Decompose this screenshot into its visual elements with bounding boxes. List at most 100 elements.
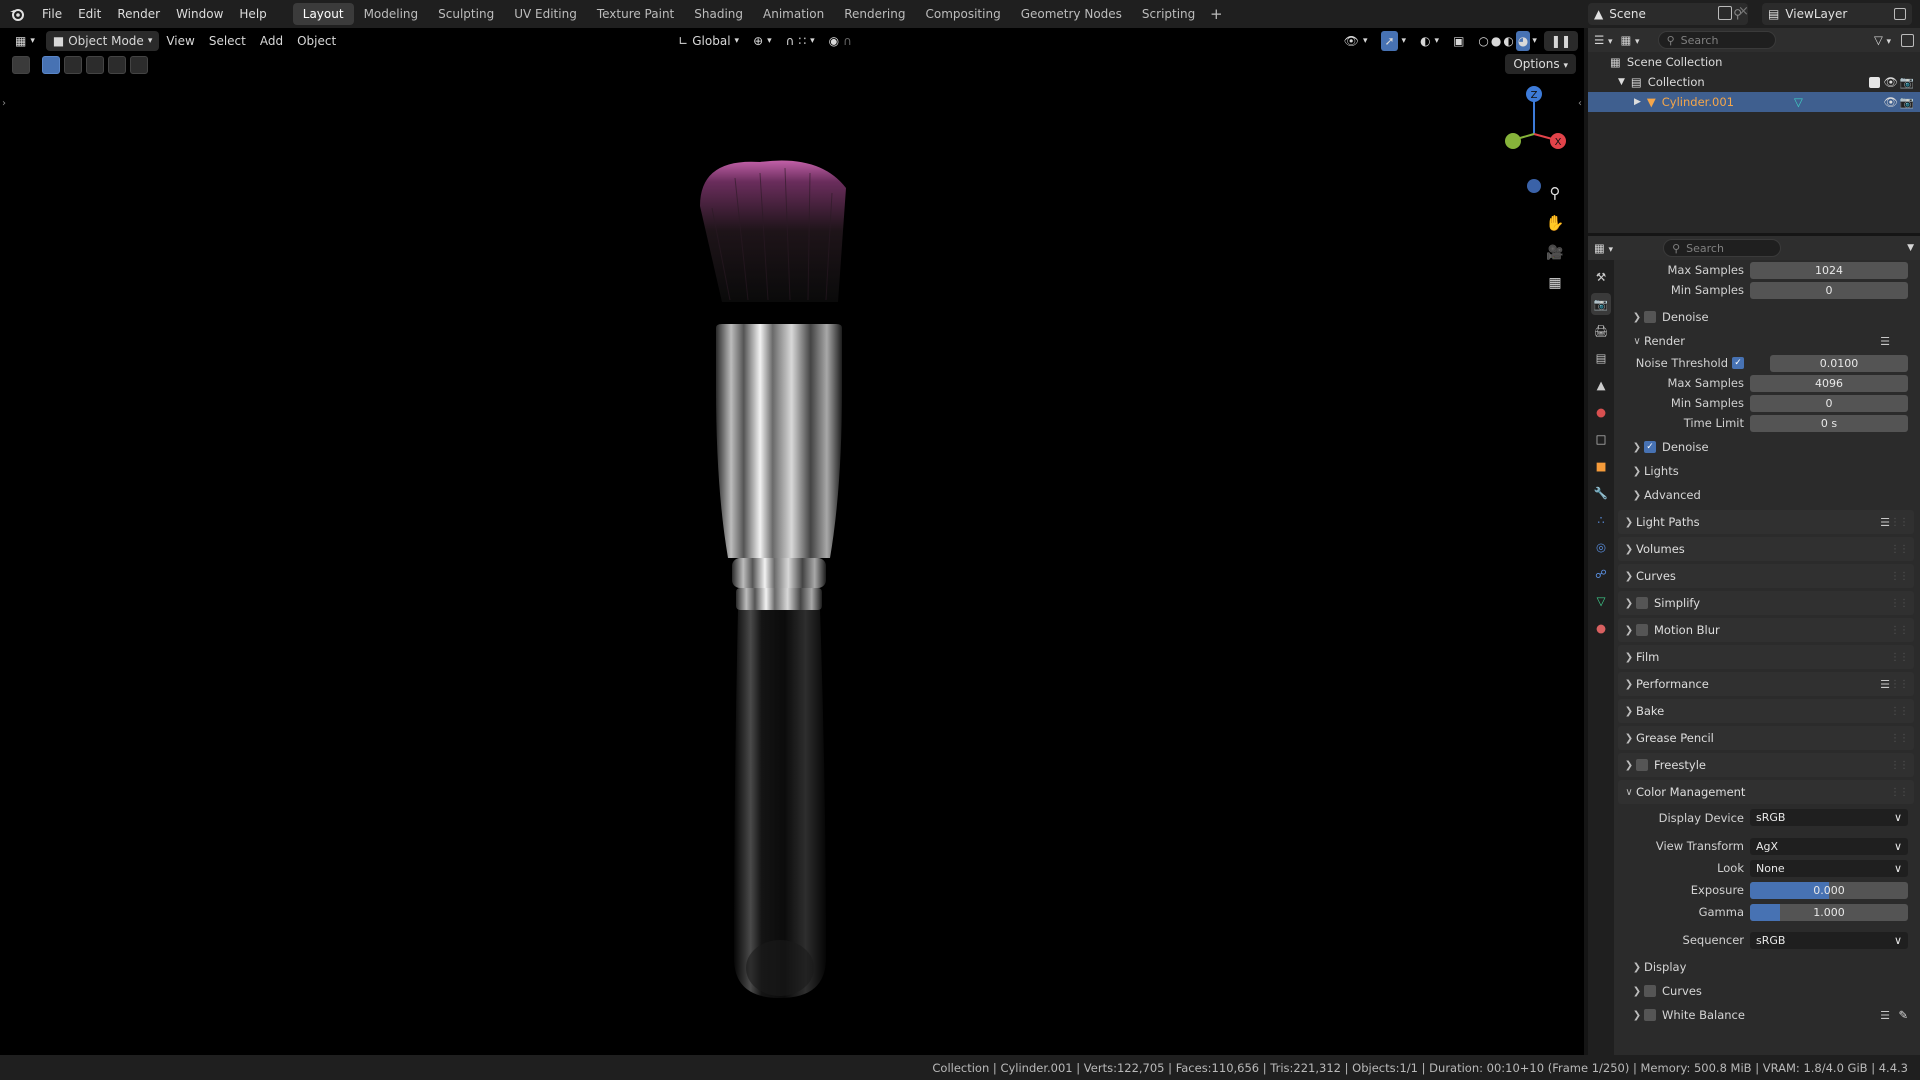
chevron-right-icon[interactable]: ▶ xyxy=(1634,97,1641,107)
tab-rendering[interactable]: Rendering xyxy=(834,3,915,25)
data-tab-icon[interactable]: ▽ xyxy=(1591,590,1611,612)
freestyle-checkbox[interactable] xyxy=(1636,759,1648,771)
menu-edit[interactable]: Edit xyxy=(70,0,109,28)
add-workspace-button[interactable]: + xyxy=(1205,5,1227,23)
remove-scene-icon[interactable]: × xyxy=(1738,4,1749,19)
panel-simplify[interactable]: ❯ Simplify ⋮⋮ xyxy=(1618,591,1914,615)
tool-tab-icon[interactable]: ⚒ xyxy=(1591,266,1611,288)
panel-grease-pencil[interactable]: ❯ Grease Pencil ⋮⋮ xyxy=(1618,726,1914,750)
new-scene-icon[interactable] xyxy=(1718,6,1732,20)
blender-logo-icon[interactable] xyxy=(0,0,34,28)
tab-layout[interactable]: Layout xyxy=(292,3,354,25)
outliner-editor-icon[interactable]: ☰ ▾ xyxy=(1594,33,1613,47)
viewport-max-samples-field[interactable]: 1024 xyxy=(1750,262,1908,279)
drag-handle-icon[interactable]: ⋮⋮ xyxy=(1890,517,1909,528)
new-view-layer-icon[interactable] xyxy=(1894,8,1906,20)
tab-texture-paint[interactable]: Texture Paint xyxy=(587,3,684,25)
scene-collection-row[interactable]: ▦ Scene Collection xyxy=(1588,52,1920,72)
look-dropdown[interactable]: None ∨ xyxy=(1750,860,1908,877)
object-row-cylinder[interactable]: ▶ ▼ Cylinder.001 ▽ 👁 📷 xyxy=(1588,92,1920,112)
chevron-down-icon[interactable]: ▼ xyxy=(1907,243,1914,253)
preset-list-icon[interactable]: ☰ xyxy=(1880,516,1890,529)
sequencer-dropdown[interactable]: sRGB ∨ xyxy=(1750,932,1908,949)
exposure-slider[interactable]: 0.000 xyxy=(1750,882,1908,899)
render-min-samples-field[interactable]: 0 xyxy=(1750,395,1908,412)
cm-white-balance-subpanel[interactable]: ❯ White Balance ☰ ✎ xyxy=(1618,1003,1914,1027)
viewport-denoise-checkbox[interactable] xyxy=(1644,311,1656,323)
render-max-samples-field[interactable]: 4096 xyxy=(1750,375,1908,392)
advanced-subpanel[interactable]: ❯ Advanced xyxy=(1618,483,1914,507)
tab-compositing[interactable]: Compositing xyxy=(915,3,1010,25)
drag-handle-icon[interactable]: ⋮⋮ xyxy=(1890,733,1909,744)
panel-light-paths[interactable]: ❯ Light Paths ☰ ⋮⋮ xyxy=(1618,510,1914,534)
drag-handle-icon[interactable]: ⋮⋮ xyxy=(1890,544,1909,555)
viewport-min-samples-field[interactable]: 0 xyxy=(1750,282,1908,299)
collection-tab-icon[interactable]: □ xyxy=(1591,428,1611,450)
panel-color-management[interactable]: ∨ Color Management ⋮⋮ xyxy=(1618,780,1914,804)
object-tab-icon[interactable]: ■ xyxy=(1591,455,1611,477)
render-denoise-subpanel[interactable]: ❯ ✓ Denoise xyxy=(1618,435,1914,459)
physics-tab-icon[interactable]: ◎ xyxy=(1591,536,1611,558)
display-device-dropdown[interactable]: sRGB ∨ xyxy=(1750,809,1908,826)
tab-animation[interactable]: Animation xyxy=(753,3,834,25)
outliner-search-input[interactable]: ⚲ Search xyxy=(1657,31,1776,49)
menu-file[interactable]: File xyxy=(34,0,70,28)
panel-curves[interactable]: ❯ Curves ⋮⋮ xyxy=(1618,564,1914,588)
material-tab-icon[interactable]: ● xyxy=(1591,617,1611,639)
cm-display-subpanel[interactable]: ❯ Display xyxy=(1618,955,1914,979)
render-denoise-checkbox[interactable]: ✓ xyxy=(1644,441,1656,453)
panel-volumes[interactable]: ❯ Volumes ⋮⋮ xyxy=(1618,537,1914,561)
mesh-data-icon[interactable]: ▽ xyxy=(1794,95,1803,109)
menu-render[interactable]: Render xyxy=(109,0,168,28)
cm-white-balance-checkbox[interactable] xyxy=(1644,1009,1656,1021)
gamma-slider[interactable]: 1.000 xyxy=(1750,904,1908,921)
preset-list-icon[interactable]: ☰ xyxy=(1880,678,1890,691)
time-limit-field[interactable]: 0 s xyxy=(1750,415,1908,432)
eye-icon[interactable]: 👁 xyxy=(1883,95,1898,109)
preset-list-icon[interactable]: ☰ xyxy=(1880,335,1890,348)
tab-uv-editing[interactable]: UV Editing xyxy=(504,3,587,25)
panel-freestyle[interactable]: ❯ Freestyle ⋮⋮ xyxy=(1618,753,1914,777)
viewport-denoise-subpanel[interactable]: ❯ Denoise xyxy=(1618,305,1914,329)
drag-handle-icon[interactable]: ⋮⋮ xyxy=(1890,760,1909,771)
collection-row[interactable]: ▼ ▤ Collection 👁 📷 xyxy=(1588,72,1920,92)
drag-handle-icon[interactable]: ⋮⋮ xyxy=(1890,571,1909,582)
cm-curves-subpanel[interactable]: ❯ Curves xyxy=(1618,979,1914,1003)
eyedropper-icon[interactable]: ✎ xyxy=(1898,1008,1908,1022)
drag-handle-icon[interactable]: ⋮⋮ xyxy=(1890,706,1909,717)
view-layer-selector[interactable]: ▤ ViewLayer xyxy=(1762,3,1912,25)
tab-scripting[interactable]: Scripting xyxy=(1132,3,1205,25)
chevron-down-icon[interactable]: ▼ xyxy=(1618,77,1625,87)
cm-curves-checkbox[interactable] xyxy=(1644,985,1656,997)
tab-modeling[interactable]: Modeling xyxy=(354,3,429,25)
particles-tab-icon[interactable]: ∴ xyxy=(1591,509,1611,531)
drag-handle-icon[interactable]: ⋮⋮ xyxy=(1890,625,1909,636)
menu-help[interactable]: Help xyxy=(231,0,274,28)
filter-icon[interactable]: ▽ ▾ xyxy=(1874,33,1891,47)
tab-geometry-nodes[interactable]: Geometry Nodes xyxy=(1011,3,1132,25)
preset-list-icon[interactable]: ☰ xyxy=(1880,1009,1890,1022)
tab-sculpting[interactable]: Sculpting xyxy=(428,3,504,25)
panel-performance[interactable]: ❯ Performance ☰ ⋮⋮ xyxy=(1618,672,1914,696)
drag-handle-icon[interactable]: ⋮⋮ xyxy=(1890,679,1909,690)
modifier-tab-icon[interactable]: 🔧 xyxy=(1591,482,1611,504)
panel-motion-blur[interactable]: ❯ Motion Blur ⋮⋮ xyxy=(1618,618,1914,642)
camera-icon[interactable]: 📷 xyxy=(1900,75,1914,89)
view-transform-dropdown[interactable]: AgX ∨ xyxy=(1750,838,1908,855)
properties-editor-icon[interactable]: ▦ ▾ xyxy=(1594,241,1613,255)
camera-icon[interactable]: 📷 xyxy=(1900,95,1914,109)
drag-handle-icon[interactable]: ⋮⋮ xyxy=(1890,787,1909,798)
motion-blur-checkbox[interactable] xyxy=(1636,624,1648,636)
world-tab-icon[interactable]: ● xyxy=(1591,401,1611,423)
drag-handle-icon[interactable]: ⋮⋮ xyxy=(1890,598,1909,609)
render-tab-icon[interactable]: 📷 xyxy=(1591,293,1611,315)
menu-window[interactable]: Window xyxy=(168,0,231,28)
3d-viewport[interactable]: ▦ ▾ ■ Object Mode ▾ View Select Add Objec… xyxy=(0,28,1584,1055)
tab-shading[interactable]: Shading xyxy=(684,3,753,25)
scene-tab-icon[interactable]: ▲ xyxy=(1591,374,1611,396)
view-layer-tab-icon[interactable]: ▤ xyxy=(1591,347,1611,369)
panel-bake[interactable]: ❯ Bake ⋮⋮ xyxy=(1618,699,1914,723)
output-tab-icon[interactable]: 🖨 xyxy=(1591,320,1611,342)
properties-search-input[interactable]: ⚲ Search xyxy=(1663,239,1782,257)
constraints-tab-icon[interactable]: ☍ xyxy=(1591,563,1611,585)
